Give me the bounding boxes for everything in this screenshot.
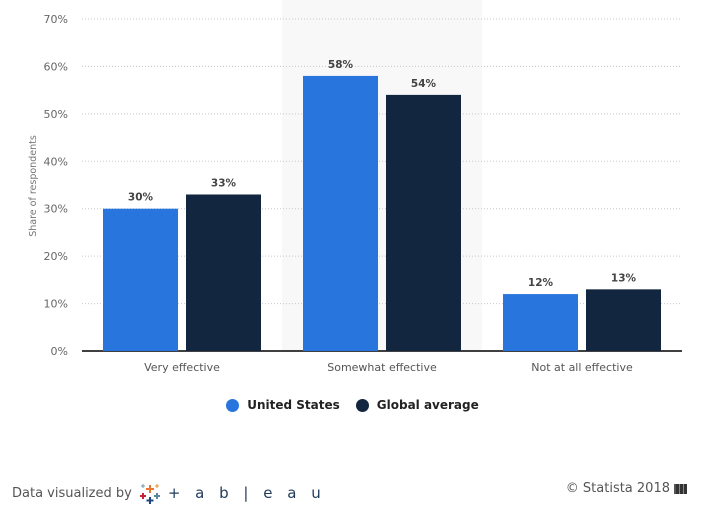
y-tick-label: 60% — [44, 60, 68, 73]
tableau-wordmark: + a b | e a u — [167, 484, 326, 502]
bar-global-average[interactable] — [586, 289, 661, 351]
data-label: 30% — [128, 192, 154, 204]
bar-global-average[interactable] — [386, 94, 461, 351]
x-tick-label: Somewhat effective — [327, 361, 437, 374]
data-label: 13% — [611, 272, 637, 284]
legend: United States Global average — [0, 398, 705, 412]
tableau-logo-icon — [139, 484, 160, 504]
tableau-credit[interactable]: Data visualized by + a b | e a u — [12, 481, 326, 505]
data-label: 58% — [328, 59, 354, 71]
y-tick-label: 0% — [51, 345, 68, 358]
x-tick-label: Not at all effective — [531, 361, 633, 374]
legend-item-united-states[interactable]: United States — [226, 398, 340, 412]
flag-icon[interactable] — [674, 483, 687, 494]
y-tick-label: 20% — [44, 250, 68, 263]
y-tick-label: 10% — [44, 298, 68, 311]
legend-label: Global average — [376, 398, 479, 412]
copyright-text: © Statista 2018 — [565, 481, 670, 496]
bar-global-average[interactable] — [186, 194, 261, 351]
legend-item-global-average[interactable]: Global average — [355, 398, 479, 412]
statista-copyright[interactable]: © Statista 2018 — [566, 481, 687, 496]
bar-united-states[interactable] — [303, 75, 378, 352]
y-tick-label: 30% — [44, 203, 68, 216]
bar-united-states[interactable] — [103, 208, 178, 351]
data-label: 33% — [211, 177, 237, 189]
y-tick-label: 40% — [44, 155, 68, 168]
legend-dot-icon — [226, 398, 240, 412]
bar-united-states[interactable] — [503, 294, 578, 351]
y-tick-label: 50% — [44, 108, 68, 121]
legend-dot-icon — [355, 398, 369, 412]
y-axis-label: Share of respondents — [28, 135, 39, 237]
data-label: 54% — [411, 78, 437, 90]
x-tick-label: Very effective — [144, 361, 220, 374]
legend-label: United States — [247, 398, 340, 412]
data-label: 12% — [528, 277, 554, 289]
y-tick-label: 70% — [44, 13, 68, 26]
bar-chart: 0% 10% 20% 30% 40% 50% 60% 70% 30% 33% Very effect… — [28, 0, 682, 374]
credit-text: Data visualized by — [12, 485, 132, 501]
